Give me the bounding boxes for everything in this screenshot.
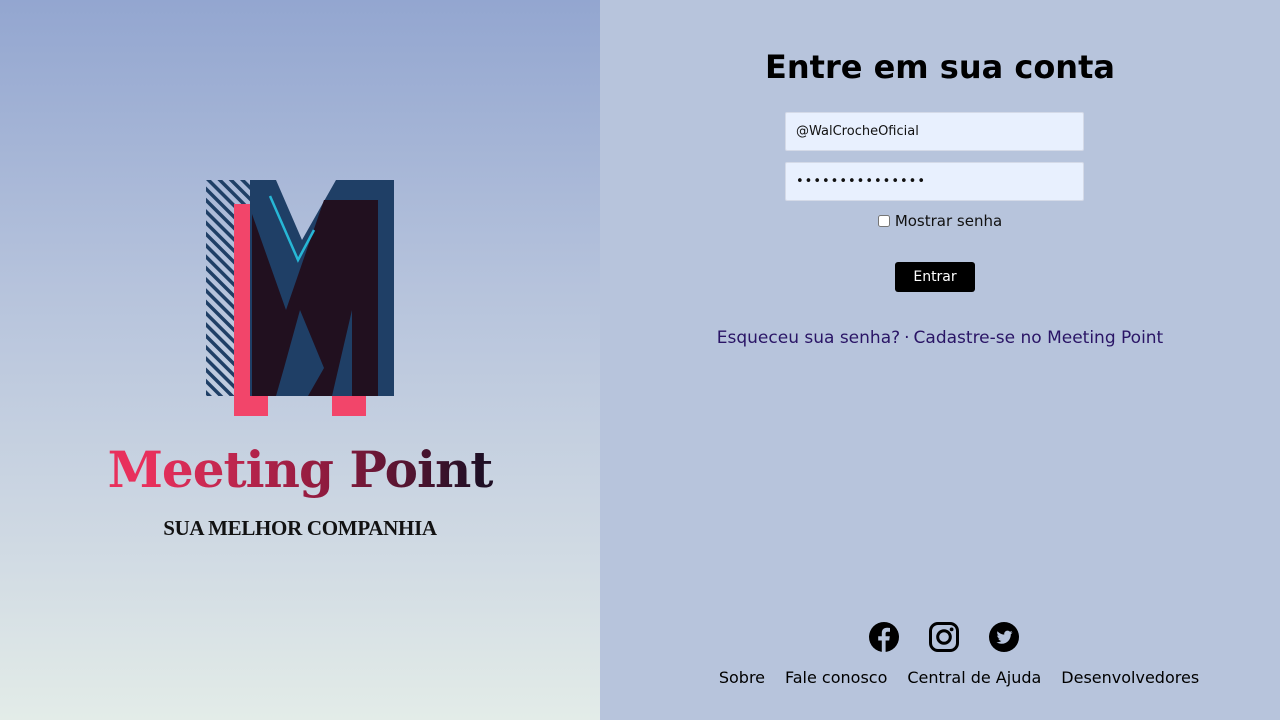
login-page: Meeting Point SUA MELHOR COMPANHIA Entre…: [0, 0, 1280, 720]
login-button[interactable]: Entrar: [895, 262, 975, 292]
facebook-icon[interactable]: [868, 621, 900, 653]
brand-panel: Meeting Point SUA MELHOR COMPANHIA: [0, 0, 600, 720]
signup-link[interactable]: Cadastre-se no Meeting Point: [914, 328, 1164, 348]
password-input[interactable]: [785, 162, 1084, 201]
brand-tagline: SUA MELHOR COMPANHIA: [163, 516, 437, 540]
forgot-password-link[interactable]: Esqueceu sua senha?: [717, 328, 900, 348]
instagram-icon[interactable]: [928, 621, 960, 653]
footer-link-developers[interactable]: Desenvolvedores: [1061, 668, 1199, 687]
login-panel: Entre em sua conta Mostrar senha Entrar …: [600, 0, 1280, 720]
meeting-point-logo-icon: [206, 180, 394, 416]
show-password-label: Mostrar senha: [894, 212, 1003, 230]
footer-nav: Sobre Fale conosco Central de Ajuda Dese…: [600, 668, 1280, 687]
footer-link-contact[interactable]: Fale conosco: [785, 668, 887, 687]
account-links: Esqueceu sua senha? · Cadastre-se no Meeti…: [600, 328, 1280, 348]
link-separator: ·: [904, 328, 910, 348]
social-links: [600, 621, 1280, 653]
footer-link-help[interactable]: Central de Ajuda: [907, 668, 1041, 687]
login-title: Entre em sua conta: [765, 48, 1115, 86]
footer-link-about[interactable]: Sobre: [719, 668, 765, 687]
brand-name: Meeting Point: [0, 440, 600, 500]
show-password-checkbox[interactable]: [877, 215, 890, 227]
username-input[interactable]: [785, 112, 1084, 151]
twitter-icon[interactable]: [988, 621, 1020, 653]
show-password-toggle[interactable]: Mostrar senha: [600, 212, 1280, 230]
